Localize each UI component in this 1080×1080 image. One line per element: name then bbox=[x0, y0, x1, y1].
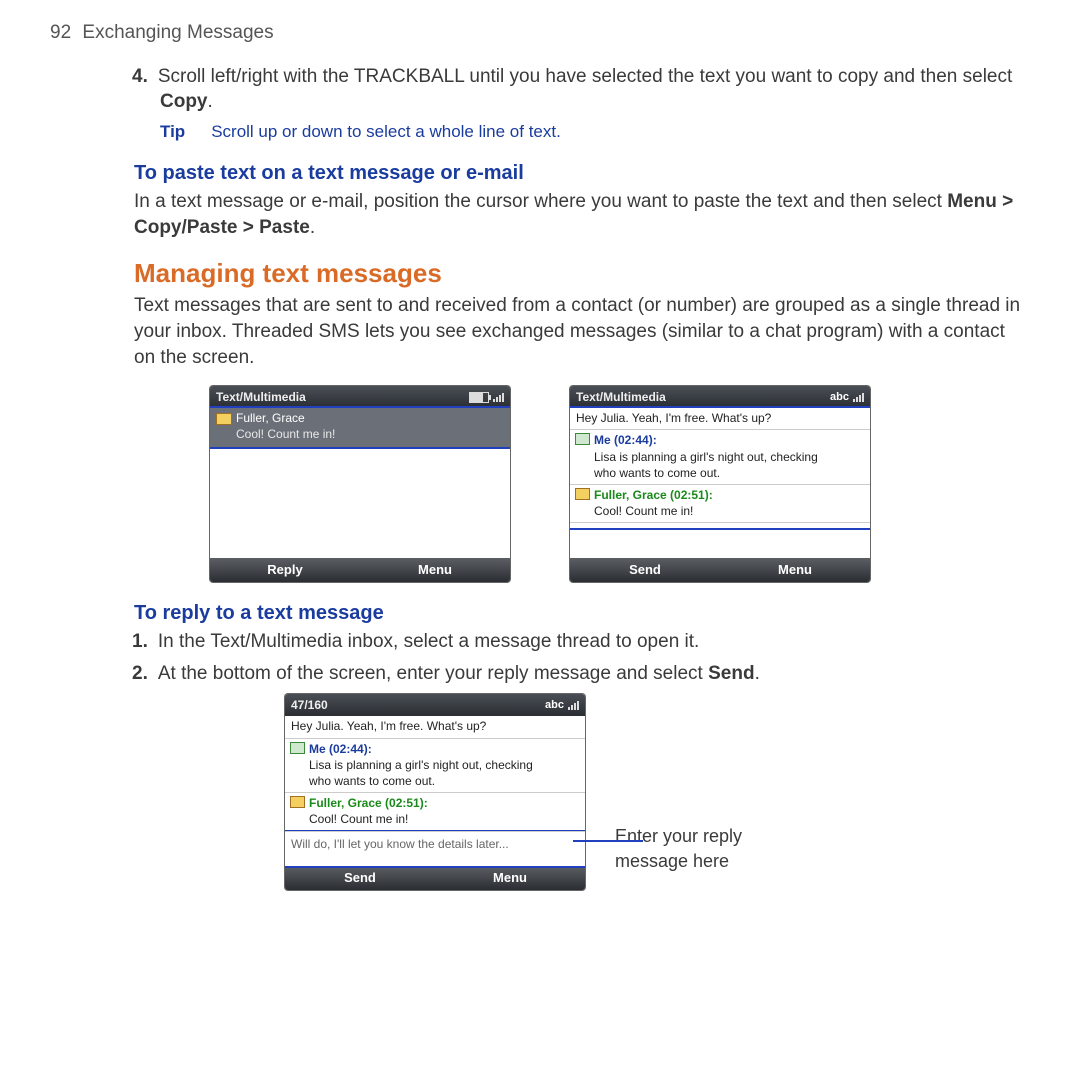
message-incoming: Hey Julia. Yeah, I'm free. What's up? bbox=[570, 408, 870, 430]
status-bar: 47/160 abc bbox=[285, 694, 585, 716]
step-number: 1. bbox=[132, 631, 148, 652]
signal-icon bbox=[493, 392, 504, 402]
step-4: 4.Scroll left/right with the TRACKBALL u… bbox=[160, 64, 1030, 115]
page-header: 92 Exchanging Messages bbox=[50, 20, 1030, 46]
status-bar: Text/Multimedia bbox=[210, 386, 510, 408]
tip-label: Tip bbox=[160, 122, 185, 141]
signal-icon bbox=[568, 700, 579, 710]
thread-from: Fuller, Grace bbox=[236, 410, 504, 426]
phone-screenshot-reply: 47/160 abc Hey Julia. Yeah, I'm free. Wh… bbox=[285, 694, 585, 889]
statusbar-title: Text/Multimedia bbox=[576, 389, 666, 405]
phone-screenshot-thread: Text/Multimedia abc Hey Julia. Yeah, I'm… bbox=[570, 386, 870, 582]
softkey-left[interactable]: Reply bbox=[210, 561, 360, 579]
step-number: 4. bbox=[132, 66, 148, 87]
status-icons: abc bbox=[830, 390, 864, 405]
message-incoming: Fuller, Grace (02:51): Cool! Count me in… bbox=[285, 793, 585, 831]
sent-icon bbox=[290, 742, 305, 754]
tip-row: Tip Scroll up or down to select a whole l… bbox=[160, 121, 1030, 144]
message-incoming: Hey Julia. Yeah, I'm free. What's up? bbox=[285, 716, 585, 738]
battery-icon bbox=[469, 392, 489, 403]
reply-heading: To reply to a text message bbox=[134, 600, 1030, 627]
envelope-icon bbox=[575, 488, 590, 500]
softkey-right[interactable]: Menu bbox=[435, 869, 585, 887]
page-number: 92 bbox=[50, 22, 71, 43]
screenshot-row: Text/Multimedia Fuller, Grace Cool! Coun… bbox=[50, 386, 1030, 582]
softkey-left[interactable]: Send bbox=[570, 561, 720, 579]
step-number: 2. bbox=[132, 663, 148, 684]
reply-input[interactable]: Will do, I'll let you know the details l… bbox=[285, 832, 585, 866]
inbox-content: Fuller, Grace Cool! Count me in! bbox=[210, 408, 510, 558]
phone-screenshot-inbox: Text/Multimedia Fuller, Grace Cool! Coun… bbox=[210, 386, 510, 582]
softkey-right[interactable]: Menu bbox=[720, 561, 870, 579]
thread-item[interactable]: Fuller, Grace Cool! Count me in! bbox=[210, 408, 510, 446]
status-bar: Text/Multimedia abc bbox=[570, 386, 870, 408]
softkey-right[interactable]: Menu bbox=[360, 561, 510, 579]
message-incoming: Fuller, Grace (02:51): Cool! Count me in… bbox=[570, 485, 870, 523]
statusbar-title: Text/Multimedia bbox=[216, 389, 306, 405]
softkey-left[interactable]: Send bbox=[285, 869, 435, 887]
paste-heading: To paste text on a text message or e-mai… bbox=[134, 160, 1030, 187]
envelope-icon bbox=[216, 413, 232, 425]
softkey-bar: Reply Menu bbox=[210, 558, 510, 582]
message-outgoing: Me (02:44): Lisa is planning a girl's ni… bbox=[570, 430, 870, 485]
callout-label: Enter your reply message here bbox=[615, 694, 795, 873]
softkey-bar: Send Menu bbox=[285, 866, 585, 890]
paste-body: In a text message or e-mail, position th… bbox=[134, 189, 1030, 240]
status-icons: abc bbox=[545, 698, 579, 713]
input-mode-indicator: abc bbox=[830, 390, 849, 405]
thread-content: Hey Julia. Yeah, I'm free. What's up? Me… bbox=[285, 716, 585, 865]
section-title: Exchanging Messages bbox=[82, 22, 273, 43]
callout-line bbox=[573, 840, 643, 842]
softkey-bar: Send Menu bbox=[570, 558, 870, 582]
reply-step-2: 2.At the bottom of the screen, enter you… bbox=[160, 661, 1030, 687]
sent-icon bbox=[575, 433, 590, 445]
tip-text: Scroll up or down to select a whole line… bbox=[211, 122, 561, 141]
managing-heading: Managing text messages bbox=[134, 256, 1030, 291]
input-mode-indicator: abc bbox=[545, 698, 564, 713]
char-counter: 47/160 bbox=[291, 697, 328, 713]
envelope-icon bbox=[290, 796, 305, 808]
signal-icon bbox=[853, 392, 864, 402]
thread-preview: Cool! Count me in! bbox=[236, 426, 504, 442]
message-outgoing: Me (02:44): Lisa is planning a girl's ni… bbox=[285, 739, 585, 794]
thread-content: Hey Julia. Yeah, I'm free. What's up? Me… bbox=[570, 408, 870, 528]
managing-body: Text messages that are sent to and recei… bbox=[134, 293, 1030, 370]
reply-screenshot-row: 47/160 abc Hey Julia. Yeah, I'm free. Wh… bbox=[50, 694, 1030, 889]
reply-step-1: 1.In the Text/Multimedia inbox, select a… bbox=[160, 629, 1030, 655]
status-icons bbox=[469, 392, 504, 403]
